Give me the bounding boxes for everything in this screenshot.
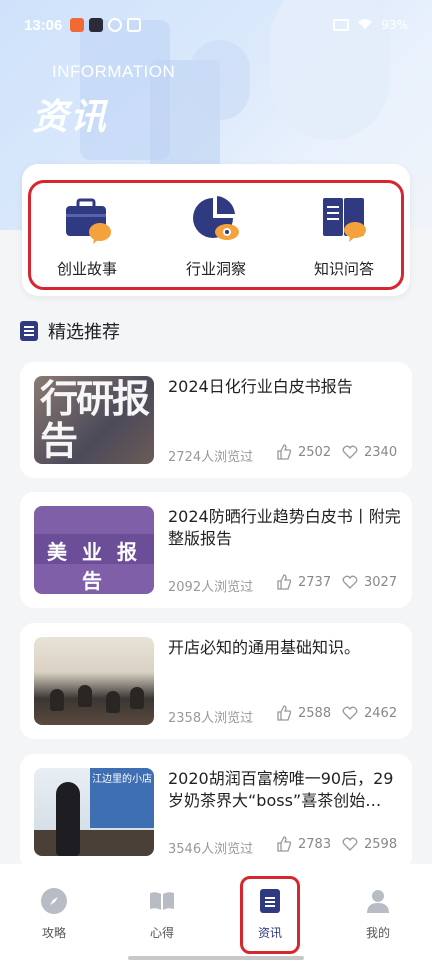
wifi-icon [357, 18, 373, 33]
nav-tab-guides[interactable]: 攻略 [24, 888, 84, 941]
heart-icon [342, 837, 358, 851]
like-count: 2588 [298, 705, 332, 721]
like-button[interactable]: 2588 [276, 705, 331, 721]
page-title: 资讯 [32, 97, 109, 138]
section-header: 精选推荐 [20, 318, 120, 344]
person-icon [365, 888, 391, 914]
book-chat-icon [317, 192, 371, 246]
favorite-button[interactable]: 2598 [342, 836, 397, 852]
article-views: 2358人浏览过 [168, 711, 254, 726]
article-card[interactable]: 美 业 报 告 2024防晒行业趋势白皮书丨附完整版报告 2092人浏览过 27… [20, 492, 412, 608]
article-title: 2024防晒行业趋势白皮书丨附完整版报告 [168, 507, 401, 548]
decor-shape [190, 40, 250, 120]
thumbnail-figure [56, 782, 80, 856]
like-button[interactable]: 2502 [276, 444, 331, 460]
notification-app-icon [108, 18, 123, 32]
thumbnail-text: 江边里的小店 [92, 774, 152, 785]
like-count: 2737 [298, 574, 332, 590]
favorite-button[interactable]: 3027 [342, 574, 397, 590]
section-title: 精选推荐 [48, 322, 120, 343]
favorite-count: 2598 [364, 836, 398, 852]
thumbs-up-icon [277, 836, 292, 852]
favorite-count: 2340 [364, 444, 398, 460]
pie-chart-icon [189, 192, 243, 246]
nav-label: 资讯 [257, 926, 282, 940]
nav-label: 心得 [149, 926, 174, 940]
thumbnail-crowd [34, 830, 154, 856]
article-views: 2092人浏览过 [168, 580, 254, 595]
like-button[interactable]: 2737 [276, 574, 331, 590]
notification-app-icon [89, 18, 104, 32]
article-thumbnail: 江边里的小店 [34, 768, 154, 856]
like-count: 2502 [298, 444, 332, 460]
thumbs-up-icon [277, 444, 292, 460]
like-button[interactable]: 2783 [276, 836, 331, 852]
notification-app-icon [70, 18, 85, 32]
heart-icon [342, 706, 358, 720]
heart-icon [342, 445, 358, 459]
nav-tab-mine[interactable]: 我的 [348, 888, 408, 941]
article-card[interactable]: 行研报告 2024日化行业白皮书报告 2724人浏览过 2502 2340 [20, 362, 412, 478]
signal-icon [333, 19, 350, 31]
notification-app-icon [127, 18, 142, 32]
compass-icon [41, 888, 67, 914]
category-label: 知识问答 [313, 260, 374, 278]
category-label: 行业洞察 [185, 260, 246, 278]
article-thumbnail [34, 637, 154, 725]
favorite-count: 2462 [364, 705, 398, 721]
page-subtitle: INFORMATION [52, 62, 176, 81]
thumbnail-figure [106, 691, 120, 713]
status-indicators: 93% [333, 18, 408, 33]
article-title: 2024日化行业白皮书报告 [168, 377, 353, 396]
thumbnail-figure [130, 687, 144, 709]
article-card[interactable]: 江边里的小店 2020胡润百富榜唯一90后，29岁奶茶界大“boss”喜茶创始…… [20, 754, 412, 870]
category-industry-insight[interactable]: 行业洞察 [161, 192, 271, 282]
favorite-button[interactable]: 2462 [342, 705, 397, 721]
document-icon [257, 888, 283, 914]
article-views: 2724人浏览过 [168, 450, 254, 465]
like-count: 2783 [298, 836, 332, 852]
thumbs-up-icon [277, 574, 292, 590]
nav-tab-experience[interactable]: 心得 [132, 888, 192, 941]
thumbnail-figure [78, 685, 92, 707]
favorite-button[interactable]: 2340 [342, 444, 397, 460]
nav-tab-news[interactable]: 资讯 [240, 888, 300, 941]
thumbnail-figure [50, 689, 64, 711]
article-title: 开店必知的通用基础知识。 [168, 638, 361, 657]
category-knowledge-qa[interactable]: 知识问答 [289, 192, 399, 282]
status-bar: 13:06 93% [0, 0, 432, 50]
nav-label: 攻略 [41, 926, 66, 940]
open-book-icon [149, 888, 175, 914]
list-icon [20, 321, 38, 341]
status-time: 13:06 [24, 16, 63, 34]
article-views: 3546人浏览过 [168, 842, 254, 857]
heart-icon [342, 575, 358, 589]
battery-level: 93% [381, 18, 408, 32]
home-indicator[interactable] [128, 956, 304, 960]
category-label: 创业故事 [56, 260, 117, 278]
thumbnail-text: 美 业 报 告 [47, 540, 141, 593]
article-card[interactable]: 开店必知的通用基础知识。 2358人浏览过 2588 2462 [20, 623, 412, 739]
article-thumbnail: 行研报告 [34, 376, 154, 464]
article-title: 2020胡润百富榜唯一90后，29岁奶茶界大“boss”喜茶创始… [168, 769, 394, 810]
category-startup-stories[interactable]: 创业故事 [32, 192, 142, 282]
nav-label: 我的 [365, 926, 390, 940]
status-app-icons [70, 18, 142, 32]
thumbs-up-icon [277, 705, 292, 721]
briefcase-icon [60, 192, 114, 246]
favorite-count: 3027 [364, 574, 398, 590]
article-thumbnail: 美 业 报 告 [34, 506, 154, 594]
thumbnail-text: 行研报告 [40, 377, 150, 463]
